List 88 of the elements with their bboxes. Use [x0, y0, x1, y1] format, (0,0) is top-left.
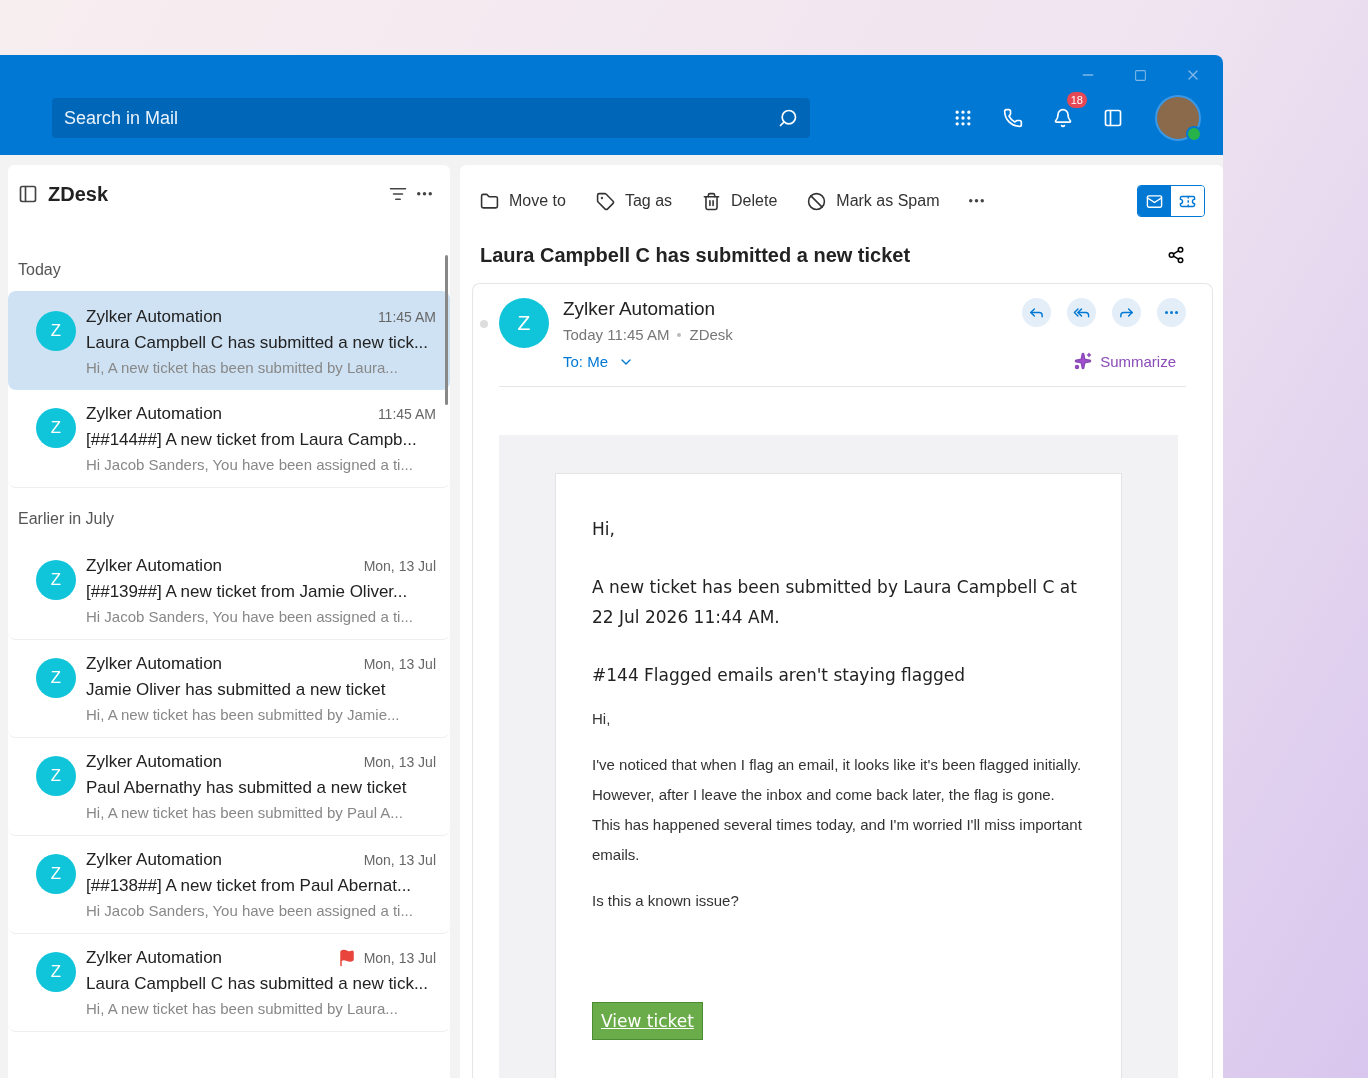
greeting-text: Hi,	[592, 518, 616, 541]
sender-avatar: Z	[36, 756, 76, 796]
notification-count: 18	[1066, 92, 1087, 108]
mail-time: Mon, 13 Jul	[363, 558, 436, 574]
share-icon[interactable]	[1167, 246, 1185, 264]
mail-time: Mon, 13 Jul	[363, 656, 436, 672]
sender-name: Zylker Automation	[86, 307, 223, 327]
mail-preview: Hi Jacob Sanders, You have been assigned a ti...	[86, 902, 414, 919]
group-label: Earlier in July	[17, 510, 116, 528]
ban-icon	[807, 191, 827, 211]
scrollbar-thumb[interactable]	[445, 255, 448, 405]
group-label: Today	[17, 261, 62, 279]
mail-preview: Hi, A new ticket has been submitted by Laura...	[86, 359, 399, 376]
filter-icon[interactable]	[389, 185, 407, 203]
dialpad-icon	[953, 108, 973, 128]
mail-subject: Paul Abernathy has submitted a new ticket	[86, 778, 408, 798]
sender-avatar: Z	[36, 560, 76, 600]
mail-item[interactable]: Z Zylker Automation 11:45 AM [##144##] A new ticket from Laura Campb... Hi Jacob Sanders, You have been assigned a ti...	[8, 390, 450, 488]
reply-all-button[interactable]	[1067, 298, 1096, 327]
bell-icon	[1053, 108, 1073, 128]
mail-folder: ZDesk	[689, 326, 733, 343]
mail-time: 11:45 AM	[377, 406, 436, 422]
search-field[interactable]: Search in Mail	[52, 98, 810, 138]
mail-preview: Hi Jacob Sanders, You have been assigned a ti...	[86, 608, 414, 625]
mail-preview: Hi Jacob Sanders, You have been assigned a ti...	[86, 456, 414, 473]
sender-avatar: Z	[36, 952, 76, 992]
body-paragraph: Hi,	[592, 709, 612, 729]
mail-preview: Hi, A new ticket has been submitted by Paul A...	[86, 804, 404, 821]
sender-name: Zylker Automation	[86, 404, 223, 424]
forward-button[interactable]	[1112, 298, 1141, 327]
sender-name: Zylker Automation	[86, 948, 223, 968]
mail-subject: Laura Campbell C has submitted a new tick...	[86, 333, 430, 353]
sender-avatar: Z	[36, 658, 76, 698]
mail-subject: Laura Campbell C has submitted a new tick...	[86, 974, 430, 994]
sender-avatar: Z	[499, 298, 549, 348]
mail-time: Mon, 13 Jul	[363, 950, 436, 966]
mail-time: Mon, 13 Jul	[363, 754, 436, 770]
tag-icon	[595, 191, 615, 211]
body-paragraph: Is this a known issue?	[592, 891, 740, 911]
mail-item[interactable]: Z Zylker Automation Mon, 13 Jul [##139##] A new ticket from Jamie Oliver... Hi Jacob Sanders, You have been assigned a ti...	[8, 542, 450, 640]
separator-dot-icon	[677, 332, 682, 337]
summarize-button[interactable]: Summarize	[1074, 352, 1186, 370]
mail-preview: Hi, A new ticket has been submitted by Jamie...	[86, 706, 401, 723]
folder-icon	[480, 191, 499, 211]
mail-time: 11:45 AM	[377, 309, 436, 325]
ticket-title: #144 Flagged emails aren't staying flagged	[592, 664, 967, 687]
trash-icon	[702, 191, 722, 211]
more-icon[interactable]	[969, 199, 985, 203]
mail-item[interactable]: Z Zylker Automation Mon, 13 Jul [##138##] A new ticket from Paul Abernat... Hi Jacob Sanders, You have been assigned a ti...	[8, 836, 450, 934]
mail-preview: Hi, A new ticket has been submitted by Laura...	[86, 1000, 399, 1017]
folder-title: ZDesk	[48, 182, 109, 206]
mail-subject: [##144##] A new ticket from Laura Campb...	[86, 430, 418, 450]
intro-text: A new ticket has been submitted by Laura Campbell C at 22 Jul 2026 11:44 AM.	[592, 576, 1078, 629]
toolbar-button[interactable]: Move to	[480, 191, 566, 211]
toolbar-button[interactable]: Delete	[702, 191, 778, 211]
mail-subject: Jamie Oliver has submitted a new ticket	[86, 680, 387, 700]
sender-name: Zylker Automation	[86, 850, 223, 870]
phone-icon	[1003, 108, 1023, 128]
sender-name: Zylker Automation	[86, 752, 223, 772]
view-toggle-button[interactable]	[1138, 186, 1171, 216]
mail-icon	[1146, 192, 1163, 210]
more-icon	[1165, 311, 1178, 314]
sender-avatar: Z	[36, 408, 76, 448]
sparkle-icon	[1074, 352, 1093, 370]
body-paragraph: I've noticed that when I flag an email, it looks like it's been flagged initially. However, after I leave the inbox and come back later, the flag is gone. This has happened several times today, and I'm worried I'll miss important emails.	[592, 755, 1083, 865]
mail-subject: [##139##] A new ticket from Jamie Oliver...	[86, 582, 409, 602]
search-icon[interactable]	[778, 108, 798, 128]
more-icon[interactable]	[417, 192, 432, 196]
panel-icon	[1103, 108, 1123, 128]
toolbar-button[interactable]: Mark as Spam	[807, 191, 940, 211]
mail-date: Today 11:45 AM	[563, 326, 670, 343]
sender-name: Zylker Automation	[86, 556, 223, 576]
sender-name: Zylker Automation	[86, 654, 223, 674]
mail-subject-title: Laura Campbell C has submitted a new ticket	[480, 243, 911, 267]
mail-item[interactable]: Z Zylker Automation Mon, 13 Jul Jamie Oliver has submitted a new ticket Hi, A new ticket has been submitted by Jamie...	[8, 640, 450, 738]
sender-name: Zylker Automation	[563, 298, 717, 320]
sender-avatar: Z	[36, 311, 76, 351]
sender-avatar: Z	[36, 854, 76, 894]
reply-button[interactable]	[1022, 298, 1051, 327]
mail-item[interactable]: Z Zylker Automation Mon, 13 Jul Paul Abernathy has submitted a new ticket Hi, A new ticket has been submitted by Paul A...	[8, 738, 450, 836]
mail-subject: [##138##] A new ticket from Paul Abernat...	[86, 876, 413, 896]
toolbar-button[interactable]: Tag as	[595, 191, 673, 211]
more-button[interactable]	[1157, 298, 1186, 327]
panel-icon[interactable]	[18, 184, 38, 204]
mail-time: Mon, 13 Jul	[363, 852, 436, 868]
mail-item[interactable]: Z Zylker Automation 11:45 AM Laura Campbell C has submitted a new tick... Hi, A new ticket has been submitted by Laura...	[8, 291, 450, 390]
mail-item[interactable]: Z Zylker Automation Mon, 13 Jul Laura Campbell C has submitted a new tick... Hi, A new ticket has been submitted by Laura...	[8, 934, 450, 1032]
recipients-button[interactable]: To: Me	[563, 353, 1008, 370]
